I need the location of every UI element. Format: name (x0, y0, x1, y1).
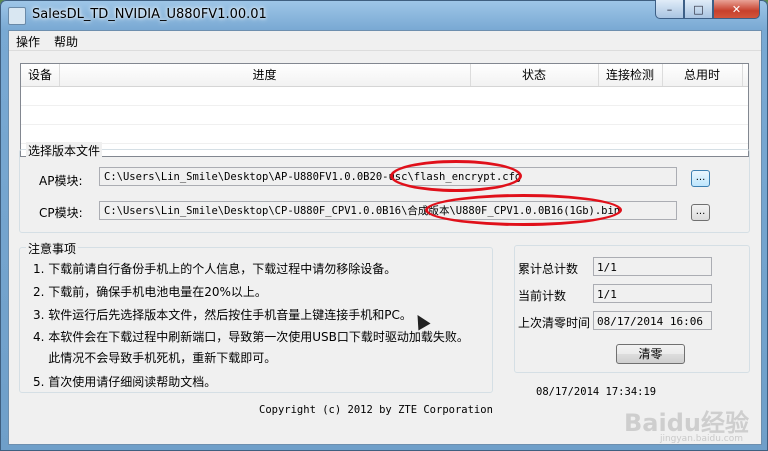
note-4-continued: 此情况不会导致手机死机，重新下载即可。 (33, 351, 277, 365)
last-clear-time-value: 08/17/2014 16:06 (593, 311, 712, 330)
cp-path-field[interactable]: C:\Users\Lin_Smile\Desktop\CP-U880F_CPV1… (99, 201, 677, 220)
notes-group-label: 注意事项 (26, 240, 79, 257)
table-row (21, 106, 748, 125)
note-1: 1. 下载前请自行备份手机上的个人信息，下载过程中请勿移除设备。 (33, 262, 397, 276)
note-3: 3. 软件运行后先选择版本文件，然后按住手机音量上键连接手机和PC。 (33, 308, 412, 322)
client-area: 操作 帮助 设备 进度 状态 连接检测 总用时 选择版本文件 AP模块: C:\… (8, 30, 762, 445)
ap-module-label: AP模块: (39, 174, 83, 188)
cp-path-filename: 本\U880F_CPV1.0.0B16(1Gb).bin (438, 205, 621, 217)
total-count-label: 累计总计数 (518, 262, 579, 276)
table-header: 设备 进度 状态 连接检测 总用时 (21, 64, 748, 87)
column-total-time[interactable]: 总用时 (662, 64, 743, 86)
ap-path-field[interactable]: C:\Users\Lin_Smile\Desktop\AP-U880FV1.0.… (99, 167, 677, 186)
current-count-label: 当前计数 (518, 289, 567, 303)
current-count-value: 1/1 (593, 284, 712, 303)
ap-browse-button[interactable]: ... (691, 170, 710, 187)
title-bar[interactable]: SalesDL_TD_NVIDIA_U880FV1.00.01 – □ ✕ (0, 0, 768, 30)
clear-button[interactable]: 清零 (616, 344, 685, 364)
minimize-button[interactable]: – (655, 0, 684, 19)
ap-path-filename: c\flash_encrypt.cfg (401, 171, 522, 183)
ap-path-text: C:\Users\Lin_Smile\Desktop\AP-U880FV1.0.… (104, 171, 402, 183)
cp-module-label: CP模块: (39, 206, 83, 220)
version-file-group: 选择版本文件 (19, 142, 750, 233)
column-connection-check[interactable]: 连接检测 (598, 64, 663, 86)
version-file-group-label: 选择版本文件 (26, 142, 103, 159)
table-row (21, 125, 748, 144)
close-button[interactable]: ✕ (713, 0, 760, 19)
note-5: 5. 首次使用请仔细阅读帮助文档。 (33, 375, 217, 389)
cp-browse-button[interactable]: ... (691, 204, 710, 221)
column-device[interactable]: 设备 (21, 64, 60, 86)
window-title: SalesDL_TD_NVIDIA_U880FV1.00.01 (32, 7, 267, 22)
total-count-value: 1/1 (593, 257, 712, 276)
watermark-text: Baidu经验 (624, 409, 749, 437)
cp-path-text: C:\Users\Lin_Smile\Desktop\CP-U880F_CPV1… (104, 205, 439, 217)
table-row (21, 87, 748, 106)
watermark-sub-text: jingyan.baidu.com (659, 434, 743, 444)
app-icon (8, 7, 26, 25)
note-2: 2. 下载前，确保手机电池电量在20%以上。 (33, 285, 267, 299)
menu-bar: 操作 帮助 (9, 31, 761, 51)
maximize-button[interactable]: □ (684, 0, 713, 19)
app-window: SalesDL_TD_NVIDIA_U880FV1.00.01 – □ ✕ 操作… (0, 0, 768, 451)
current-timestamp: 08/17/2014 17:34:19 (536, 386, 657, 398)
caption-buttons: – □ ✕ (655, 0, 760, 19)
copyright-text: Copyright (c) 2012 by ZTE Corporation (259, 404, 493, 416)
device-table[interactable]: 设备 进度 状态 连接检测 总用时 (20, 63, 749, 157)
last-clear-time-label: 上次清零时间 (518, 316, 591, 330)
note-4: 4. 本软件会在下载过程中刷新端口，导致第一次使用USB口下载时驱动加载失败。 (33, 330, 469, 344)
menu-help[interactable]: 帮助 (52, 33, 80, 50)
column-progress[interactable]: 进度 (59, 64, 471, 86)
menu-operate[interactable]: 操作 (14, 33, 42, 50)
column-status[interactable]: 状态 (470, 64, 599, 86)
